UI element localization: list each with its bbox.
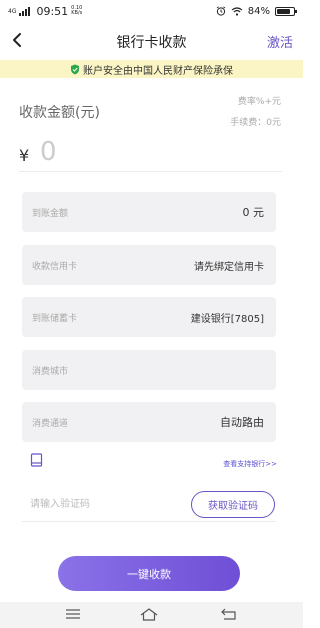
field-label: 收款信用卡	[32, 262, 78, 272]
signal-type: 4G	[8, 7, 17, 15]
status-time: 09:51	[36, 4, 69, 18]
received-amount-field: 到账金额 0 元	[22, 192, 276, 232]
notice-text: 账户安全由中国人民财产保险承保	[83, 65, 233, 77]
supported-banks-link[interactable]: 查看支持银行>>	[223, 459, 277, 469]
field-label: 消费城市	[32, 367, 69, 377]
field-value: 建设银行[7805]	[190, 314, 264, 325]
insurance-notice: 账户安全由中国人民财产保险承保	[0, 60, 303, 78]
credit-card-field[interactable]: 收款信用卡 请先绑定信用卡	[22, 245, 276, 285]
battery-text: 84%	[247, 5, 270, 17]
status-right: 84%	[216, 5, 297, 17]
network-speed: 0.10 KB/s	[71, 6, 82, 16]
collect-button[interactable]: 一键收款	[58, 556, 240, 591]
field-label: 消费通道	[32, 419, 69, 429]
rate-text: 费率%+元	[237, 97, 281, 107]
speed-unit: KB/s	[71, 10, 83, 16]
wifi-icon	[231, 6, 243, 16]
menu-icon[interactable]	[66, 608, 80, 620]
field-value: 请先绑定信用卡	[194, 262, 264, 273]
nav-bar: 银行卡收款 激活	[0, 22, 303, 60]
amount-input[interactable]	[40, 135, 240, 169]
system-nav-bar	[0, 602, 303, 628]
alarm-icon	[216, 6, 226, 16]
return-icon[interactable]	[221, 608, 237, 620]
fee-text: 手续费：0元	[230, 118, 281, 128]
battery-fill	[277, 8, 291, 14]
field-value: 0 元	[242, 206, 265, 219]
page-title: 银行卡收款	[116, 35, 187, 51]
activate-button[interactable]: 激活	[267, 32, 293, 51]
field-label: 到账金额	[32, 209, 69, 219]
consumption-channel-field[interactable]: 消费通道 自动路由	[22, 402, 276, 442]
get-code-button[interactable]: 获取验证码	[191, 491, 275, 518]
home-icon[interactable]	[140, 607, 158, 621]
consumption-city-field[interactable]: 消费城市	[22, 350, 276, 390]
battery-icon	[275, 6, 297, 16]
amount-label: 收款金额(元)	[19, 105, 100, 121]
status-left: 4G 09:51 0.10 KB/s	[8, 5, 82, 18]
currency-symbol: ¥	[19, 146, 30, 165]
shield-icon	[71, 64, 79, 74]
debit-card-field[interactable]: 到账储蓄卡 建设银行[7805]	[22, 297, 276, 337]
status-bar: 4G 09:51 0.10 KB/s 84%	[0, 0, 303, 22]
field-value: 自动路由	[220, 416, 264, 429]
verification-code-input[interactable]	[30, 492, 180, 516]
book-icon[interactable]	[30, 453, 43, 467]
code-divider	[22, 521, 276, 522]
signal-icon	[19, 6, 31, 16]
field-label: 到账储蓄卡	[32, 314, 78, 324]
amount-divider	[19, 171, 282, 172]
